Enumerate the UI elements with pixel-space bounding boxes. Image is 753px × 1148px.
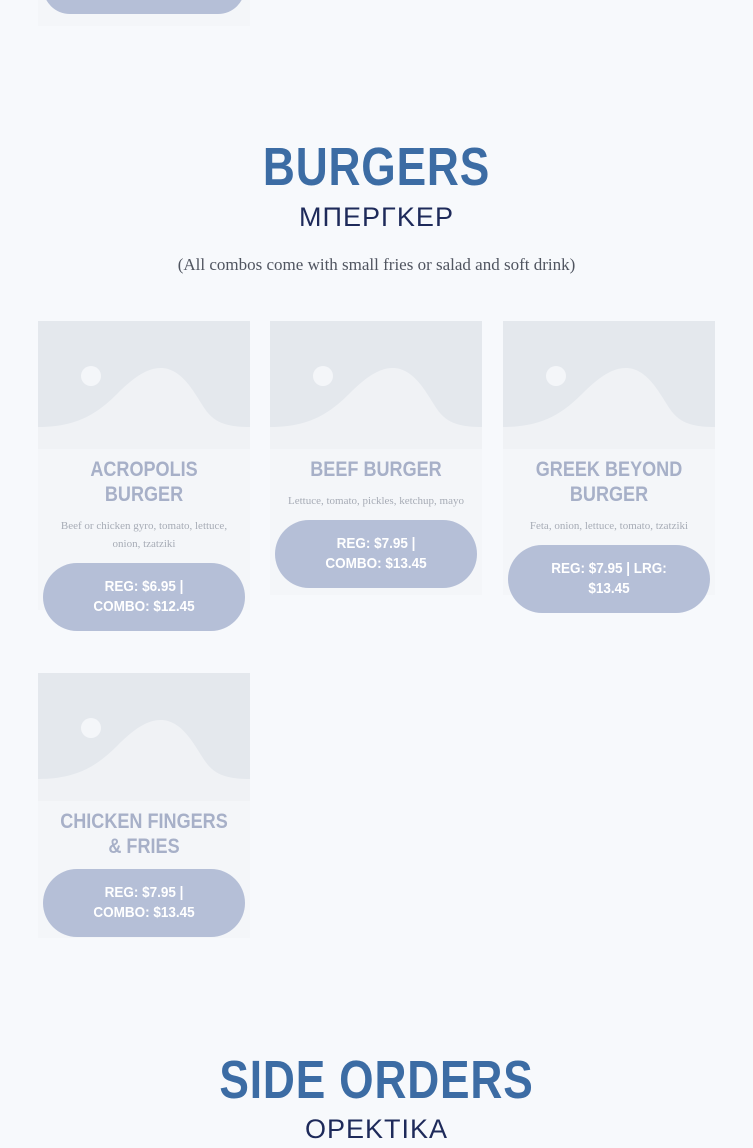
menu-card-acropolis-burger: ACROPOLIS BURGER Beef or chicken gyro, t… [38, 321, 250, 631]
menu-item-name: ACROPOLIS BURGER [90, 458, 198, 506]
price-label: REG: $7.95 | LRG: $13.45 [551, 560, 667, 597]
menu-item-description: Feta, onion, lettuce, tomato, tzatziki [529, 520, 689, 532]
menu-item-name: BEEF BURGER [310, 458, 442, 481]
section-title-burgers: BURGERS [262, 137, 491, 197]
image-placeholder-icon [38, 673, 250, 801]
menu-item-description: Lettuce, tomato, pickles, ketchup, mayo [288, 495, 464, 507]
menu-item-description: Beef or chicken gyro, tomato, lettuce, o… [60, 520, 228, 550]
image-placeholder-icon [503, 321, 715, 449]
section-title-side-orders: SIDE ORDERS [219, 1050, 534, 1110]
price-label: REG: $7.95 | COMBO: $13.45 [325, 535, 427, 572]
menu-item-name: CHICKEN FINGERS & FRIES [60, 810, 228, 858]
image-placeholder-icon [38, 321, 250, 449]
menu-card-greek-beyond-burger: GREEK BEYOND BURGER Feta, onion, lettuce… [503, 321, 715, 613]
image-placeholder-icon [270, 321, 482, 449]
price-button[interactable]: REG: $7.95 | COMBO: $13.45 [275, 520, 477, 588]
price-label: REG: $6.95 | COMBO: $12.45 [93, 578, 195, 615]
menu-card-chicken-fingers: CHICKEN FINGERS & FRIES REG: $7.95 | COM… [38, 673, 250, 938]
price-button[interactable]: REG: $7.95 | LRG: $13.45 [508, 545, 710, 613]
menu-card-beef-burger: BEEF BURGER Lettuce, tomato, pickles, ke… [270, 321, 482, 595]
section-subtitle-side-orders: ΟΡΕΚΤΙΚΑ [304, 1114, 449, 1144]
section-note-burgers: (All combos come with small fries or sal… [177, 255, 576, 274]
section-subtitle-burgers: ΜΠΕΡΓΚΕΡ [299, 202, 454, 232]
price-button[interactable]: REG: $7.95 | COMBO: $13.45 [43, 869, 245, 937]
previous-price-button[interactable] [43, 0, 245, 14]
price-label: REG: $7.95 | COMBO: $13.45 [93, 884, 195, 921]
menu-item-name: GREEK BEYOND BURGER [535, 458, 683, 506]
previous-menu-card [38, 0, 250, 26]
price-button[interactable]: REG: $6.95 | COMBO: $12.45 [43, 563, 245, 631]
